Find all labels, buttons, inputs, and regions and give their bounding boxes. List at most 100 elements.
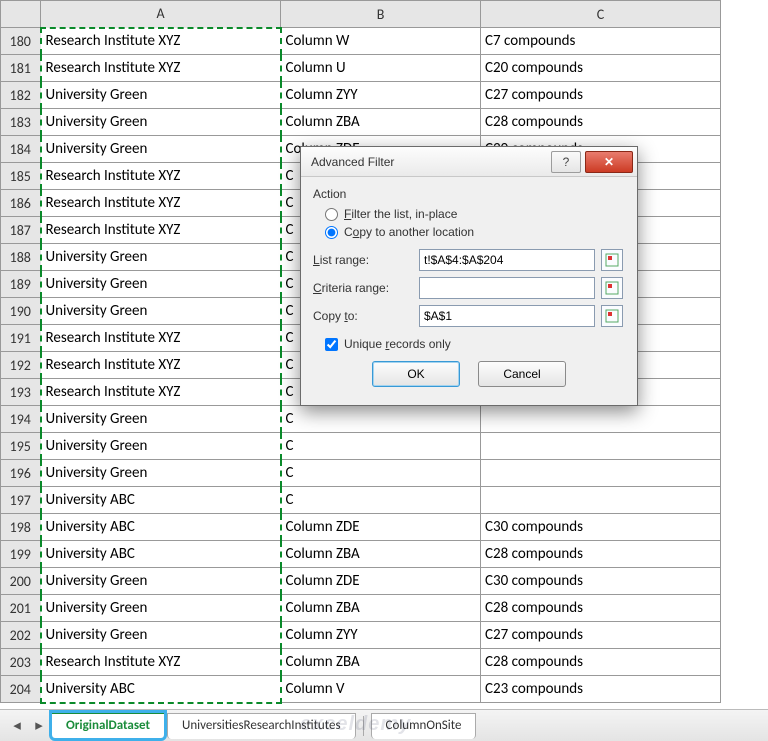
cell[interactable]: Column U	[281, 55, 481, 82]
copy-to-picker[interactable]	[601, 305, 623, 327]
cell[interactable]: C	[281, 433, 481, 460]
list-range-input[interactable]	[419, 249, 595, 271]
cell[interactable]: C28 compounds	[481, 595, 721, 622]
row-header[interactable]: 185	[1, 163, 41, 190]
cell[interactable]: University Green	[41, 460, 281, 487]
row-header[interactable]: 202	[1, 622, 41, 649]
row-header[interactable]: 199	[1, 541, 41, 568]
radio-copy-location[interactable]: Copy to another location	[325, 225, 625, 239]
cell[interactable]: C28 compounds	[481, 649, 721, 676]
row-header[interactable]: 203	[1, 649, 41, 676]
row-header[interactable]: 196	[1, 460, 41, 487]
cell[interactable]: C	[281, 406, 481, 433]
cell[interactable]	[481, 487, 721, 514]
column-header-b[interactable]: B	[281, 1, 481, 28]
row-header[interactable]: 186	[1, 190, 41, 217]
row-header[interactable]: 182	[1, 82, 41, 109]
cell[interactable]: C28 compounds	[481, 541, 721, 568]
row-header[interactable]: 194	[1, 406, 41, 433]
cell[interactable]	[481, 433, 721, 460]
row-header[interactable]: 187	[1, 217, 41, 244]
cell[interactable]: Research Institute XYZ	[41, 55, 281, 82]
unique-records-checkbox[interactable]: Unique records only	[325, 337, 625, 351]
cell[interactable]: Column ZYY	[281, 82, 481, 109]
criteria-range-input[interactable]	[419, 277, 595, 299]
cell[interactable]: Column ZDE	[281, 514, 481, 541]
cell[interactable]: University ABC	[41, 487, 281, 514]
radio-filter-inplace[interactable]: Filter the list, in-place	[325, 207, 625, 221]
cell[interactable]: University Green	[41, 136, 281, 163]
cell[interactable]: Research Institute XYZ	[41, 325, 281, 352]
select-all-corner[interactable]	[1, 1, 41, 28]
cell[interactable]: Research Institute XYZ	[41, 190, 281, 217]
column-header-a[interactable]: A	[41, 1, 281, 28]
cancel-button[interactable]: Cancel	[478, 361, 566, 387]
row-header[interactable]: 198	[1, 514, 41, 541]
row-header[interactable]: 197	[1, 487, 41, 514]
cell[interactable]: Column W	[281, 28, 481, 55]
cell[interactable]: University Green	[41, 568, 281, 595]
cell[interactable]: University ABC	[41, 676, 281, 703]
cell[interactable]: Research Institute XYZ	[41, 163, 281, 190]
row-header[interactable]: 195	[1, 433, 41, 460]
cell[interactable]: Column ZBA	[281, 595, 481, 622]
cell[interactable]: C23 compounds	[481, 676, 721, 703]
cell[interactable]: C27 compounds	[481, 82, 721, 109]
ok-button[interactable]: OK	[372, 361, 460, 387]
cell[interactable]: C30 compounds	[481, 568, 721, 595]
cell[interactable]: Column V	[281, 676, 481, 703]
cell[interactable]: University Green	[41, 271, 281, 298]
cell[interactable]	[481, 406, 721, 433]
cell[interactable]: University Green	[41, 82, 281, 109]
cell[interactable]: University Green	[41, 595, 281, 622]
unique-records-input[interactable]	[325, 338, 338, 351]
cell[interactable]: C28 compounds	[481, 109, 721, 136]
cell[interactable]: University Green	[41, 244, 281, 271]
cell[interactable]: University ABC	[41, 541, 281, 568]
cell[interactable]: Research Institute XYZ	[41, 649, 281, 676]
tab-universitiesresearchinstitutes[interactable]: UniversitiesResearchInstitutes	[167, 713, 356, 739]
dialog-titlebar[interactable]: Advanced Filter ? ✕	[301, 147, 637, 177]
cell[interactable]: C7 compounds	[481, 28, 721, 55]
list-range-picker[interactable]	[601, 249, 623, 271]
cell[interactable]: University Green	[41, 433, 281, 460]
cell[interactable]: University Green	[41, 109, 281, 136]
tab-prev[interactable]: ◂	[8, 717, 26, 735]
column-header-c[interactable]: C	[481, 1, 721, 28]
cell[interactable]: Research Institute XYZ	[41, 28, 281, 55]
row-header[interactable]: 204	[1, 676, 41, 703]
cell[interactable]: Column ZYY	[281, 622, 481, 649]
row-header[interactable]: 200	[1, 568, 41, 595]
row-header[interactable]: 180	[1, 28, 41, 55]
radio-copy-location-input[interactable]	[325, 226, 338, 239]
row-header[interactable]: 189	[1, 271, 41, 298]
cell[interactable]: University ABC	[41, 514, 281, 541]
tab-originaldataset[interactable]: OriginalDataset	[51, 712, 165, 739]
cell[interactable]: C	[281, 487, 481, 514]
cell[interactable]: Column ZBA	[281, 109, 481, 136]
row-header[interactable]: 191	[1, 325, 41, 352]
row-header[interactable]: 181	[1, 55, 41, 82]
cell[interactable]: C30 compounds	[481, 514, 721, 541]
cell[interactable]: Column ZBA	[281, 649, 481, 676]
cell[interactable]: University Green	[41, 622, 281, 649]
cell[interactable]: Research Institute XYZ	[41, 217, 281, 244]
cell[interactable]: University Green	[41, 406, 281, 433]
cell[interactable]: C20 compounds	[481, 55, 721, 82]
tab-columnonsite[interactable]: ColumnOnSite	[371, 713, 477, 739]
cell[interactable]: Column ZBA	[281, 541, 481, 568]
radio-filter-inplace-input[interactable]	[325, 208, 338, 221]
cell[interactable]: Research Institute XYZ	[41, 352, 281, 379]
cell[interactable]: University Green	[41, 298, 281, 325]
row-header[interactable]: 190	[1, 298, 41, 325]
help-button[interactable]: ?	[551, 151, 581, 173]
row-header[interactable]: 188	[1, 244, 41, 271]
row-header[interactable]: 184	[1, 136, 41, 163]
copy-to-input[interactable]	[419, 305, 595, 327]
close-button[interactable]: ✕	[585, 151, 633, 173]
cell[interactable]	[481, 460, 721, 487]
row-header[interactable]: 193	[1, 379, 41, 406]
row-header[interactable]: 201	[1, 595, 41, 622]
row-header[interactable]: 192	[1, 352, 41, 379]
cell[interactable]: Research Institute XYZ	[41, 379, 281, 406]
